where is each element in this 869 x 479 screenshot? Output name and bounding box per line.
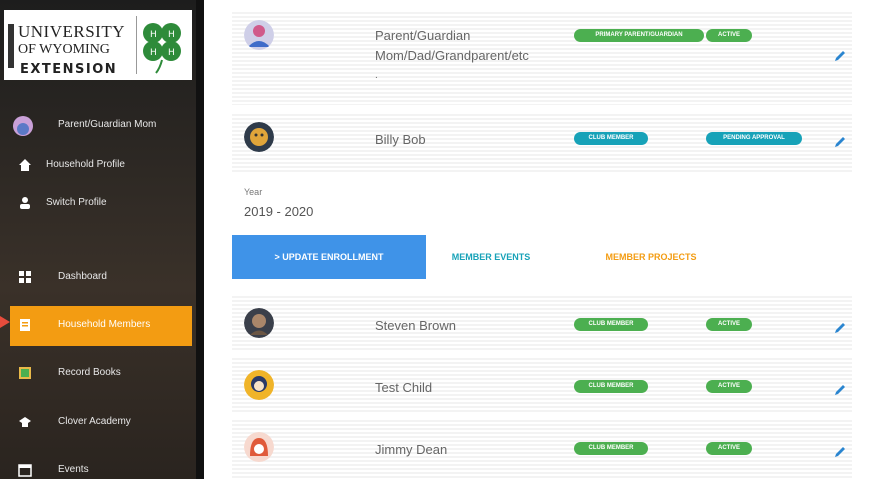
sidebar-item-label: Dashboard <box>58 271 107 282</box>
member-name: Billy Bob <box>375 132 426 147</box>
sidebar-item-household-members[interactable]: Household Members <box>10 306 192 346</box>
status-badge: CLUB MEMBER <box>574 132 648 145</box>
pointer-arrow-icon <box>0 316 10 328</box>
update-enrollment-button[interactable]: > UPDATE ENROLLMENT <box>232 235 426 279</box>
sidebar-item-household-profile[interactable]: Household Profile <box>10 146 192 186</box>
sidebar-item-label: Household Profile <box>46 159 125 170</box>
tab-member-projects[interactable]: MEMBER PROJECTS <box>566 235 736 279</box>
edit-pencil-icon[interactable] <box>834 446 846 458</box>
logo-university: UNIVERSITY <box>18 22 125 41</box>
graduation-cap-icon <box>19 417 31 427</box>
status-badge: PRIMARY PARENT/GUARDIAN <box>574 29 704 42</box>
university-logo[interactable]: UNIVERSITY OF WYOMING EXTENSION H H H H <box>4 10 192 80</box>
sidebar-item-events[interactable]: Events <box>10 451 192 479</box>
4h-clover-icon: H H H H <box>136 16 181 74</box>
sidebar-item-clover-academy[interactable]: Clover Academy <box>10 403 192 443</box>
status-badge: CLUB MEMBER <box>574 318 648 331</box>
book-icon <box>19 367 31 379</box>
dashboard-icon <box>19 271 31 283</box>
calendar-icon <box>18 464 32 477</box>
logo-extension: EXTENSION <box>20 62 118 77</box>
home-icon <box>19 159 31 171</box>
svg-text:H: H <box>168 30 175 40</box>
status-badge: ACTIVE <box>706 318 752 331</box>
svg-text:H: H <box>150 30 157 40</box>
sidebar-item-switch-profile[interactable]: Switch Profile <box>10 184 192 224</box>
person-icon <box>20 197 30 209</box>
svg-text:H: H <box>168 48 175 58</box>
logo-figure-icon <box>8 24 14 68</box>
member-name: Parent/Guardian <box>375 28 471 43</box>
household-row-parent: Parent/Guardian Mom/Dad/Grandparent/etc … <box>232 10 852 105</box>
member-avatar-icon <box>244 432 274 462</box>
tab-member-events[interactable]: MEMBER EVENTS <box>426 235 556 279</box>
member-name: Test Child <box>375 380 433 395</box>
user-avatar-icon <box>13 116 33 136</box>
sidebar-item-label: Events <box>58 464 89 475</box>
edit-pencil-icon[interactable] <box>834 322 846 334</box>
household-row-child: Billy Bob CLUB MEMBER PENDING APPROVAL <box>232 112 852 174</box>
status-badge: CLUB MEMBER <box>574 442 648 455</box>
member-avatar-icon <box>244 308 274 338</box>
child-avatar-icon <box>244 122 274 152</box>
status-badge: CLUB MEMBER <box>574 380 648 393</box>
sidebar-item-user[interactable]: Parent/Guardian Mom <box>10 106 192 146</box>
sidebar: UNIVERSITY OF WYOMING EXTENSION H H H H … <box>0 0 204 479</box>
status-badge: ACTIVE <box>706 380 752 393</box>
sidebar-item-record-books[interactable]: Record Books <box>10 354 192 394</box>
edit-pencil-icon[interactable] <box>834 384 846 396</box>
member-row: Steven Brown CLUB MEMBER ACTIVE <box>232 294 852 352</box>
sidebar-item-dashboard[interactable]: Dashboard <box>10 258 192 298</box>
year-label: Year <box>244 187 263 197</box>
sidebar-item-label: Parent/Guardian Mom <box>58 119 157 130</box>
member-row: Jimmy Dean CLUB MEMBER ACTIVE <box>232 418 852 479</box>
main-content: Parent/Guardian Mom/Dad/Grandparent/etc … <box>214 0 869 479</box>
status-badge: ACTIVE <box>706 29 752 42</box>
logo-wyoming: OF WYOMING <box>18 42 110 57</box>
parent-avatar-icon <box>244 20 274 50</box>
sidebar-item-label: Household Members <box>58 319 151 330</box>
member-name: Jimmy Dean <box>375 442 448 457</box>
sidebar-item-label: Clover Academy <box>58 416 131 427</box>
status-badge: ACTIVE <box>706 442 752 455</box>
member-subtitle: Mom/Dad/Grandparent/etc <box>375 48 529 63</box>
sidebar-item-label: Switch Profile <box>46 197 107 208</box>
status-badge: PENDING APPROVAL <box>706 132 802 145</box>
member-extra: . <box>375 70 378 81</box>
year-value[interactable]: 2019 - 2020 <box>244 204 313 219</box>
sidebar-item-label: Record Books <box>58 367 121 378</box>
edit-pencil-icon[interactable] <box>834 50 846 62</box>
member-name: Steven Brown <box>375 318 456 333</box>
edit-pencil-icon[interactable] <box>834 136 846 148</box>
member-row: Test Child CLUB MEMBER ACTIVE <box>232 356 852 414</box>
members-icon <box>20 319 30 331</box>
svg-text:H: H <box>150 48 157 58</box>
member-avatar-icon <box>244 370 274 400</box>
